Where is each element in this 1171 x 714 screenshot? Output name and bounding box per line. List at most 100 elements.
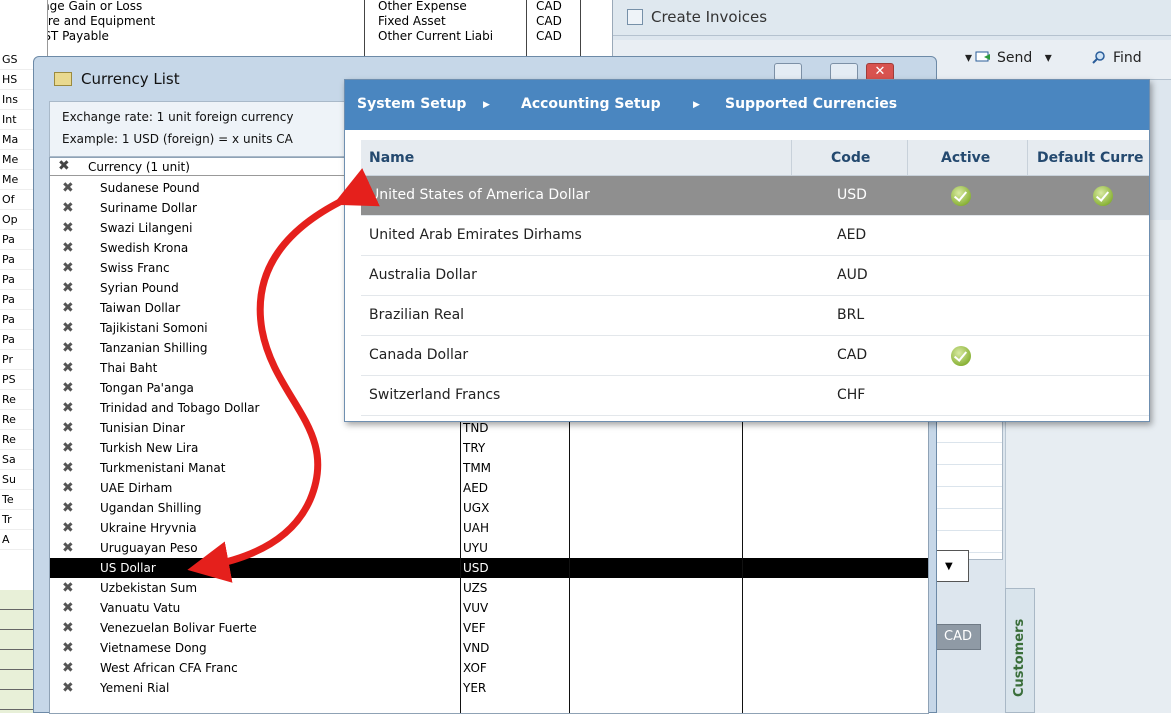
toolbar-dropdown-icon[interactable]: ▾	[965, 50, 972, 66]
active-check-icon	[951, 346, 971, 366]
find-button[interactable]: Find	[1091, 50, 1142, 66]
currency-row[interactable]: ✖ Uzbekistan Sum UZS	[50, 578, 928, 598]
inactive-icon[interactable]: ✖	[62, 418, 74, 438]
close-icon: ✕	[874, 64, 886, 79]
supported-currencies-panel: System Setup ▶ Accounting Setup ▶ Suppor…	[344, 79, 1150, 422]
currency-row[interactable]: ✖ West African CFA Franc XOF	[50, 658, 928, 678]
currency-row[interactable]: ✖ Vanuatu Vatu VUV	[50, 598, 928, 618]
header-divider	[791, 140, 792, 176]
supported-currency-name: Canada Dollar	[369, 347, 469, 363]
supported-currency-name: Australia Dollar	[369, 267, 477, 283]
supported-currency-code: CAD	[837, 347, 868, 363]
currency-name: Uruguayan Peso	[100, 541, 198, 555]
account-type: Other Current Liabi	[378, 29, 494, 43]
account-currency: CAD	[536, 14, 562, 28]
customers-tab[interactable]: Customers	[1005, 588, 1035, 713]
inactive-icon[interactable]: ✖	[62, 618, 74, 638]
currency-row[interactable]: ✖ UAE Dirham AED	[50, 478, 928, 498]
inactive-icon[interactable]: ✖	[62, 338, 74, 358]
inactive-icon[interactable]: ✖	[62, 678, 74, 698]
invoice-form-grid	[931, 420, 1003, 560]
inactive-icon[interactable]: ✖	[62, 318, 74, 338]
currency-row[interactable]: ✖ Ugandan Shilling UGX	[50, 498, 928, 518]
inactive-icon[interactable]: ✖	[62, 498, 74, 518]
send-icon	[975, 50, 991, 64]
currency-column-header[interactable]: Currency (1 unit)	[88, 160, 190, 174]
currency-code: UAH	[463, 521, 490, 535]
supported-currency-row[interactable]: United States of America Dollar USD	[361, 176, 1149, 216]
inactive-icon[interactable]: ✖	[62, 638, 74, 658]
inactive-icon[interactable]: ✖	[62, 198, 74, 218]
inactive-icon[interactable]: ✖	[62, 278, 74, 298]
inactive-icon[interactable]: ✖	[62, 398, 74, 418]
currency-name: Trinidad and Tobago Dollar	[100, 401, 260, 415]
breadcrumb-supported-currencies[interactable]: Supported Currencies	[725, 96, 897, 112]
inactive-icon[interactable]: ✖	[62, 438, 74, 458]
currency-row[interactable]: ✖ Turkmenistani Manat TMM	[50, 458, 928, 478]
inactive-icon[interactable]: ✖	[62, 378, 74, 398]
currency-name: Tanzanian Shilling	[100, 341, 208, 355]
supported-currency-row[interactable]: Australia Dollar AUD	[361, 256, 1149, 296]
currency-name: Tunisian Dinar	[100, 421, 185, 435]
currency-name: Syrian Pound	[100, 281, 179, 295]
supported-currency-name: Brazilian Real	[369, 307, 465, 323]
background-account-row: Exchange Gain or Loss Other Expense CAD	[0, 0, 580, 14]
currency-row[interactable]: US Dollar USD	[50, 558, 928, 578]
background-account-row: GST/HST Payable Other Current Liabi CAD	[0, 28, 580, 44]
currency-code: UYU	[463, 541, 488, 555]
currency-code: UZS	[463, 581, 488, 595]
inactive-icon[interactable]: ✖	[62, 238, 74, 258]
code-column-header[interactable]: Code	[831, 150, 870, 166]
currency-row[interactable]: ✖ Uruguayan Peso UYU	[50, 538, 928, 558]
inactive-icon[interactable]: ✖	[62, 478, 74, 498]
default-check-icon	[1093, 186, 1113, 206]
invoice-currency-box: CAD	[935, 624, 981, 650]
find-icon	[1091, 50, 1107, 64]
breadcrumb-separator-icon: ▶	[483, 100, 490, 110]
inactive-icon[interactable]: ✖	[62, 258, 74, 278]
currency-name: Swedish Krona	[100, 241, 189, 255]
inactive-icon[interactable]: ✖	[62, 458, 74, 478]
currency-name: Tajikistani Somoni	[100, 321, 208, 335]
breadcrumb: System Setup ▶ Accounting Setup ▶ Suppor…	[345, 80, 1149, 130]
name-column-header[interactable]: Name	[369, 150, 414, 166]
exchange-example-line: Example: 1 USD (foreign) = x units CA	[62, 132, 293, 146]
currency-row[interactable]: ✖ Ukraine Hryvnia UAH	[50, 518, 928, 538]
supported-currency-row[interactable]: Brazilian Real BRL	[361, 296, 1149, 336]
supported-currency-row[interactable]: United Arab Emirates Dirhams AED	[361, 216, 1149, 256]
inactive-icon[interactable]: ✖	[62, 538, 74, 558]
currency-list-title: Currency List	[81, 70, 180, 88]
inactive-icon[interactable]: ✖	[62, 298, 74, 318]
currency-row[interactable]: ✖ Yemeni Rial YER	[50, 678, 928, 698]
currency-code: USD	[463, 561, 489, 575]
column-divider	[526, 0, 527, 60]
send-label: Send	[997, 50, 1033, 66]
default-currency-column-header[interactable]: Default Curre	[1037, 150, 1144, 166]
inactive-icon[interactable]: ✖	[62, 658, 74, 678]
currency-name: Yemeni Rial	[100, 681, 170, 695]
breadcrumb-system-setup[interactable]: System Setup	[357, 96, 466, 112]
supported-currency-row[interactable]: Switzerland Francs CHF	[361, 376, 1149, 416]
currency-code: AED	[463, 481, 489, 495]
currency-name: Vietnamese Dong	[100, 641, 207, 655]
inactive-icon[interactable]: ✖	[62, 178, 74, 198]
currency-row[interactable]: ✖ Vietnamese Dong VND	[50, 638, 928, 658]
supported-currency-name: United States of America Dollar	[369, 187, 590, 203]
inactive-icon[interactable]: ✖	[62, 358, 74, 378]
breadcrumb-accounting-setup[interactable]: Accounting Setup	[521, 96, 661, 112]
supported-currency-row[interactable]: Canada Dollar CAD	[361, 336, 1149, 376]
send-button[interactable]: Send ▾	[975, 50, 1052, 66]
inactive-icon[interactable]: ✖	[62, 578, 74, 598]
currency-name: Swazi Lilangeni	[100, 221, 193, 235]
currency-row[interactable]: ✖ Venezuelan Bolivar Fuerte VEF	[50, 618, 928, 638]
send-dropdown-icon[interactable]: ▾	[1045, 50, 1052, 66]
header-divider	[1027, 140, 1028, 176]
inactive-icon[interactable]: ✖	[62, 598, 74, 618]
active-column-header[interactable]: Active	[941, 150, 990, 166]
currency-code: VND	[463, 641, 490, 655]
inactive-icon[interactable]: ✖	[62, 218, 74, 238]
supported-currency-name: United Arab Emirates Dirhams	[369, 227, 582, 243]
currency-row[interactable]: ✖ Turkish New Lira TRY	[50, 438, 928, 458]
inactive-icon[interactable]: ✖	[62, 518, 74, 538]
currency-name: Venezuelan Bolivar Fuerte	[100, 621, 257, 635]
